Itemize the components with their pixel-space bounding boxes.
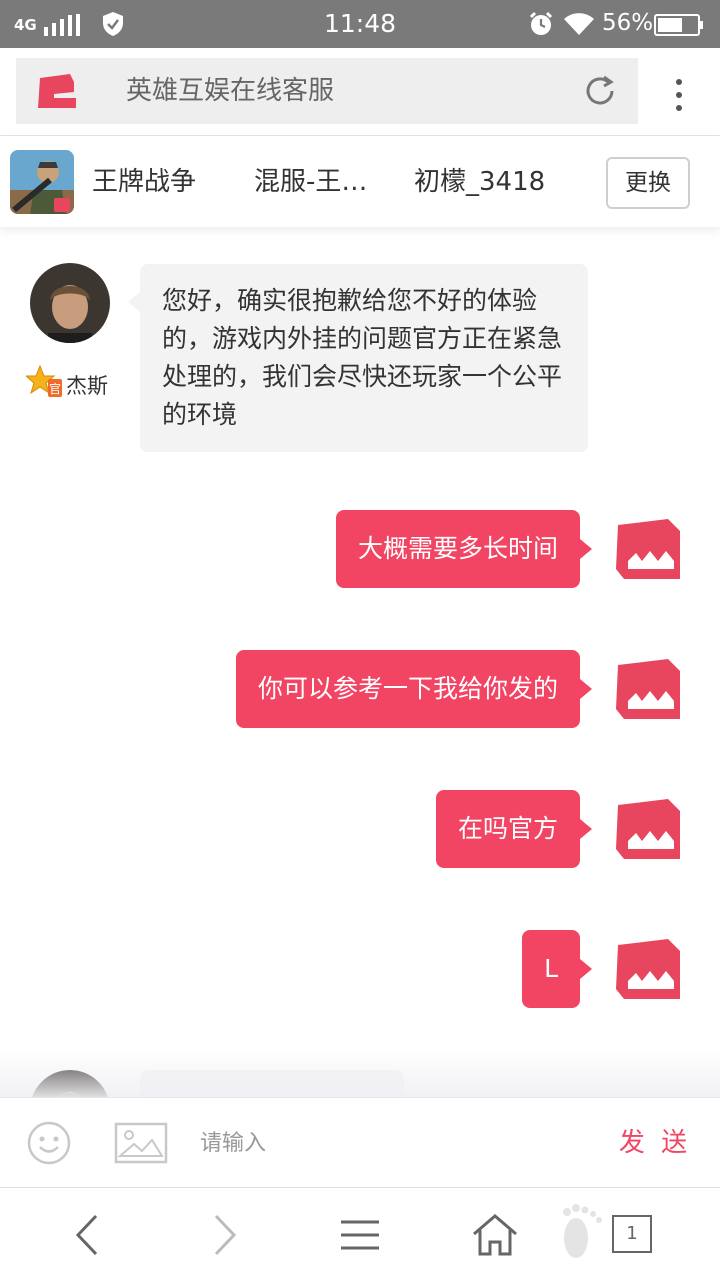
- page-title: 英雄互娱在线客服: [126, 76, 335, 106]
- home-icon[interactable]: [470, 1210, 520, 1260]
- game-name: 王牌战争: [92, 167, 197, 197]
- tab-count: 1: [626, 1223, 638, 1244]
- star-badge-icon: 官: [26, 365, 62, 397]
- browser-toolbar: 英雄互娱在线客服: [0, 48, 720, 136]
- wifi-icon: [564, 13, 594, 35]
- switch-account-button[interactable]: 更换: [606, 157, 690, 209]
- message-input[interactable]: [200, 1120, 580, 1166]
- alarm-icon: [529, 11, 553, 35]
- status-bar: 4G 11:48 56%: [0, 0, 720, 48]
- user-avatar: [616, 939, 680, 999]
- battery-icon: [654, 14, 703, 36]
- browser-bottom-nav: 1: [0, 1187, 720, 1280]
- game-info-header: 王牌战争 混服-王… 初檬_3418 更换: [0, 137, 720, 227]
- user-avatar: [616, 799, 680, 859]
- game-icon: [10, 150, 74, 214]
- chat-area[interactable]: 官 杰斯 您好，确实很抱歉给您不好的体验的，游戏内外挂的问题官方正在紧急处理的，…: [0, 227, 720, 1097]
- message-agent: 您好，确实很抱歉给您不好的体验的，游戏内外挂的问题官方正在紧急处理的，我们会尽快…: [128, 264, 588, 452]
- more-menu-icon[interactable]: [664, 76, 694, 116]
- emoji-icon[interactable]: [26, 1120, 72, 1166]
- message-user: 你可以参考一下我给你发的: [235, 650, 593, 728]
- tabs-button[interactable]: 1: [612, 1215, 652, 1253]
- forward-icon[interactable]: [198, 1210, 248, 1260]
- agent-avatar: [30, 263, 110, 343]
- message-user: L: [522, 930, 592, 1008]
- message-input-bar: 发 送: [0, 1097, 720, 1187]
- site-logo: [38, 74, 76, 108]
- menu-icon[interactable]: [335, 1210, 385, 1260]
- svg-text:官: 官: [49, 381, 61, 396]
- message-user: 大概需要多长时间: [335, 510, 593, 588]
- reload-icon[interactable]: [582, 73, 618, 109]
- back-icon[interactable]: [64, 1210, 114, 1260]
- send-button[interactable]: 发 送: [610, 1098, 700, 1188]
- agent-name: 杰斯: [66, 374, 108, 398]
- message-user: 在吗官方: [435, 790, 593, 868]
- user-avatar: [616, 519, 680, 579]
- user-avatar: [616, 659, 680, 719]
- server-name: 混服-王…: [254, 167, 368, 197]
- scroll-fade: [0, 1047, 720, 1097]
- battery-percent: 56%: [602, 10, 654, 36]
- footprint-icon[interactable]: [556, 1202, 608, 1266]
- address-bar[interactable]: 英雄互娱在线客服: [16, 58, 638, 124]
- image-icon[interactable]: [114, 1122, 168, 1164]
- player-name: 初檬_3418: [414, 167, 546, 197]
